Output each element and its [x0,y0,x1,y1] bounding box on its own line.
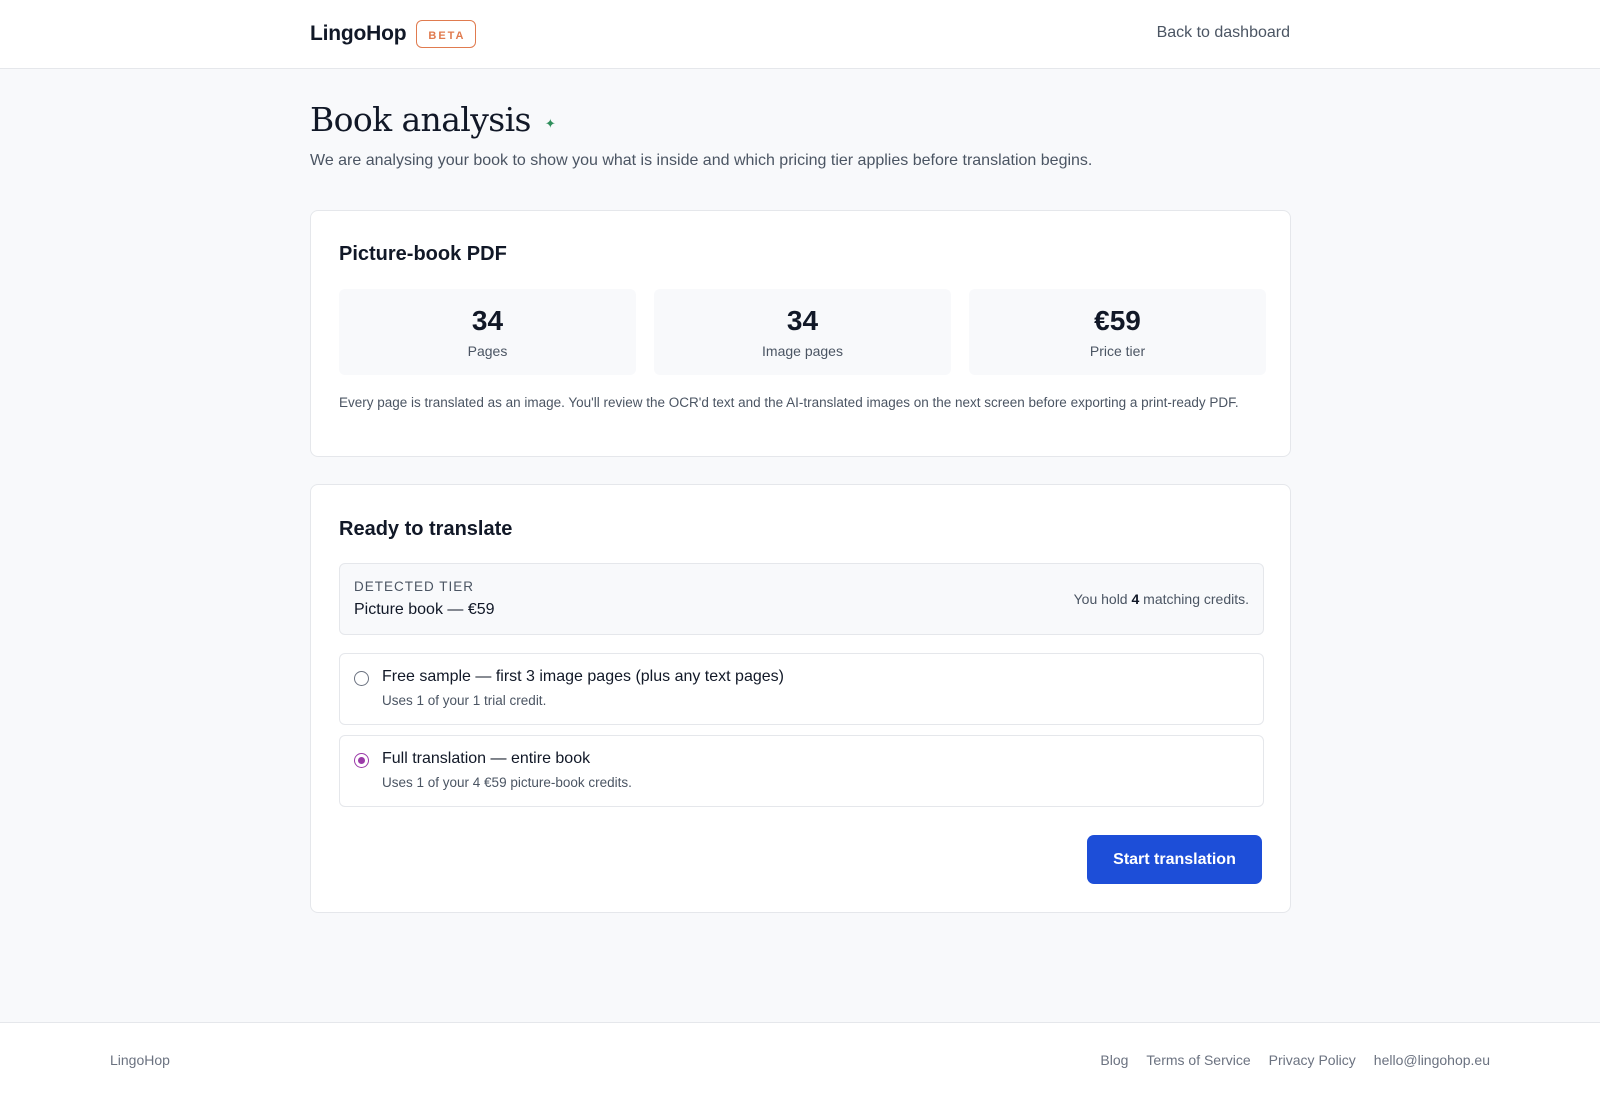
stat-label: Pages [467,343,508,359]
stat-image-pages: 34 Image pages [654,289,951,375]
beta-badge: BETA [416,20,476,48]
start-translation-button[interactable]: Start translation [1087,835,1262,884]
page-title-row: Book analysis ✦ [310,100,556,139]
detected-tier-box: DETECTED TIER Picture book — €59 You hol… [339,563,1264,635]
brand[interactable]: LingoHop BETA [310,20,476,48]
analysis-note: Every page is translated as an image. Yo… [339,395,1239,410]
option-desc: Uses 1 of your 4 €59 picture-book credit… [382,775,632,790]
ready-card: Ready to translate DETECTED TIER Picture… [310,484,1291,913]
credits-note: You hold 4 matching credits. [1074,591,1249,607]
radio-full-translation[interactable] [354,753,369,768]
stat-label: Image pages [762,343,843,359]
stat-value: €59 [1094,305,1141,336]
footer-link-email[interactable]: hello@lingohop.eu [1374,1052,1490,1068]
option-title: Full translation — entire book [382,750,591,767]
footer: LingoHop Blog Terms of Service Privacy P… [0,1022,1600,1096]
tier-caption: DETECTED TIER [354,579,475,594]
page-title: Book analysis [310,100,532,139]
footer-link-terms[interactable]: Terms of Service [1146,1052,1250,1068]
footer-links: Blog Terms of Service Privacy Policy hel… [1100,1052,1490,1068]
analysis-heading: Picture-book PDF [339,243,507,265]
brand-name[interactable]: LingoHop [310,22,407,46]
page-subtitle: We are analysing your book to show you w… [310,152,1093,169]
stat-value: 34 [786,305,819,336]
footer-link-blog[interactable]: Blog [1100,1052,1128,1068]
stat-pages: 34 Pages [339,289,636,375]
analysis-card: Picture-book PDF 34 Pages 34 Image pages… [310,210,1291,457]
stat-label: Price tier [1089,343,1146,359]
option-free-sample[interactable]: Free sample — first 3 image pages (plus … [339,653,1264,725]
option-title: Free sample — first 3 image pages (plus … [382,668,784,685]
stats-row: 34 Pages 34 Image pages €59 Price tier [339,289,1266,375]
stat-price-tier: €59 Price tier [969,289,1266,375]
radio-free-sample[interactable] [354,671,369,686]
tier-value: Picture book — €59 [354,601,495,618]
credits-prefix: You hold [1073,591,1132,607]
footer-link-privacy[interactable]: Privacy Policy [1269,1052,1356,1068]
sparkle-icon: ✦ [544,115,556,131]
ready-heading: Ready to translate [339,518,513,540]
credits-suffix: matching credits. [1139,591,1249,607]
option-full-translation[interactable]: Full translation — entire book Uses 1 of… [339,735,1264,807]
top-bar: LingoHop BETA Back to dashboard [0,0,1600,69]
option-desc: Uses 1 of your 1 trial credit. [382,693,547,708]
footer-brand: LingoHop [110,1052,170,1068]
stat-value: 34 [471,305,504,336]
back-to-dashboard-link[interactable]: Back to dashboard [1157,24,1290,42]
